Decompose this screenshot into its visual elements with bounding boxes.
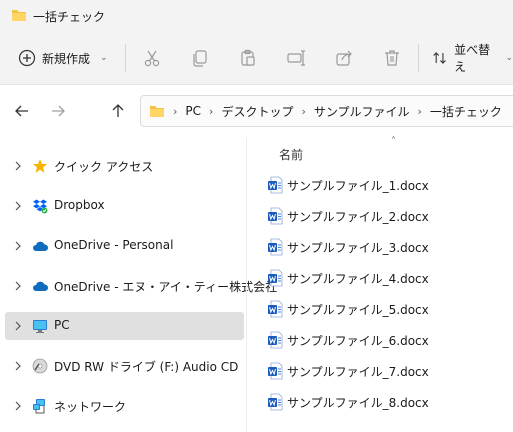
chevron-right-icon[interactable] [13,240,23,252]
command-bar: 新規作成 ⌄ 並べ替え ⌄ [0,32,513,85]
cloud-icon [33,281,48,291]
word-document-icon [268,362,283,380]
breadcrumb-separator: › [301,104,306,118]
word-document-icon [268,207,283,225]
file-row[interactable]: サンプルファイル_5.docx [265,297,505,321]
chevron-right-icon[interactable] [13,200,23,212]
sidebar-item-dvd-drive[interactable]: DVD RW ドライブ (F:) Audio CD [5,352,244,380]
title-bar: 一括チェック [0,0,513,32]
sort-button-label: 並べ替え [454,43,491,74]
file-name: サンプルファイル_3.docx [287,241,429,255]
chevron-right-icon[interactable] [13,360,23,372]
copy-icon[interactable] [190,48,210,68]
sidebar-item-onedrive-personal[interactable]: OneDrive - Personal [5,232,244,260]
file-name: サンプルファイル_2.docx [287,210,429,224]
file-row[interactable]: サンプルファイル_6.docx [265,328,505,352]
breadcrumb-separator: › [209,104,214,118]
forward-arrow-icon[interactable] [50,103,66,119]
word-document-icon [268,393,283,411]
up-arrow-icon[interactable] [110,103,126,119]
new-button-label: 新規作成 [42,51,91,66]
sidebar-item-label: PC [54,318,70,332]
sidebar-item-network[interactable]: ネットワーク [5,392,244,420]
sidebar-item-dropbox[interactable]: Dropbox [5,192,244,220]
word-document-icon [268,176,283,194]
breadcrumb-separator: › [173,104,178,118]
network-icon [33,399,45,414]
sidebar-item-label: ネットワーク [54,400,127,414]
file-row[interactable]: サンプルファイル_8.docx [265,390,505,414]
file-list: 名前 ˄ サンプルファイル_1.docx サンプルファイル_2.docx サンプルフ… [247,136,513,432]
chevron-right-icon[interactable] [13,320,23,332]
breadcrumb-separator: › [417,104,422,118]
file-name: サンプルファイル_5.docx [287,303,429,317]
sidebar-item-pc[interactable]: PC [5,312,244,340]
column-header-name[interactable]: 名前 [279,146,303,163]
back-arrow-icon[interactable] [14,103,30,119]
chevron-right-icon[interactable] [13,400,23,412]
file-row[interactable]: サンプルファイル_1.docx [265,173,505,197]
navigation-pane: クイック アクセス Dropbox OneDrive - Personal On… [0,146,277,432]
monitor-icon [33,320,47,333]
sort-arrows-icon [433,52,446,64]
file-name: サンプルファイル_7.docx [287,365,429,379]
file-name: サンプルファイル_1.docx [287,179,429,193]
rename-icon[interactable] [286,48,306,68]
file-name: サンプルファイル_4.docx [287,272,429,286]
sidebar-item-label: クイック アクセス [54,160,154,174]
file-row[interactable]: サンプルファイル_3.docx [265,235,505,259]
paste-icon[interactable] [238,48,258,68]
file-row[interactable]: サンプルファイル_2.docx [265,204,505,228]
address-field[interactable]: › PC › デスクトップ › サンプルファイル › 一括チェック [140,95,513,127]
new-button[interactable]: 新規作成 ⌄ [18,46,108,70]
sidebar-item-label: DVD RW ドライブ (F:) Audio CD [54,360,239,374]
toolbar-divider [125,44,126,72]
word-document-icon [268,269,283,287]
breadcrumb-pc[interactable]: PC [185,104,201,118]
sort-ascending-icon: ˄ [391,136,396,147]
breadcrumb-current-folder[interactable]: 一括チェック [430,103,502,120]
toolbar-divider [418,44,419,72]
address-bar: › PC › デスクトップ › サンプルファイル › 一括チェック [0,85,513,137]
cut-icon[interactable] [142,48,162,68]
chevron-down-icon: ⌄ [505,53,513,63]
sidebar-item-label: OneDrive - エヌ・アイ・ティー株式会社 [54,280,278,294]
sidebar-item-label: OneDrive - Personal [54,238,174,252]
chevron-right-icon[interactable] [13,160,23,172]
file-name: サンプルファイル_8.docx [287,396,429,410]
file-row[interactable]: サンプルファイル_7.docx [265,359,505,383]
chevron-right-icon[interactable] [13,280,23,292]
word-document-icon [268,300,283,318]
delete-icon[interactable] [382,48,402,68]
star-icon [33,159,47,173]
file-name: サンプルファイル_6.docx [287,334,429,348]
cloud-icon [33,241,48,251]
breadcrumb-sample-files[interactable]: サンプルファイル [314,103,410,120]
disc-drive-icon [32,358,48,374]
sidebar-item-label: Dropbox [54,198,105,212]
word-document-icon [268,331,283,349]
sidebar-item-onedrive-business[interactable]: OneDrive - エヌ・アイ・ティー株式会社 [5,272,277,300]
add-circle-icon [18,49,36,67]
word-document-icon [268,238,283,256]
window-title: 一括チェック [33,10,106,24]
file-row[interactable]: サンプルファイル_4.docx [265,266,505,290]
chevron-down-icon: ⌄ [100,53,108,63]
sort-button[interactable]: 並べ替え ⌄ [432,43,513,74]
breadcrumb-desktop[interactable]: デスクトップ [221,103,293,120]
folder-icon [150,106,164,117]
folder-icon [12,10,26,21]
share-icon[interactable] [334,48,354,68]
sidebar-item-quick-access[interactable]: クイック アクセス [5,152,244,180]
dropbox-icon [33,199,48,214]
